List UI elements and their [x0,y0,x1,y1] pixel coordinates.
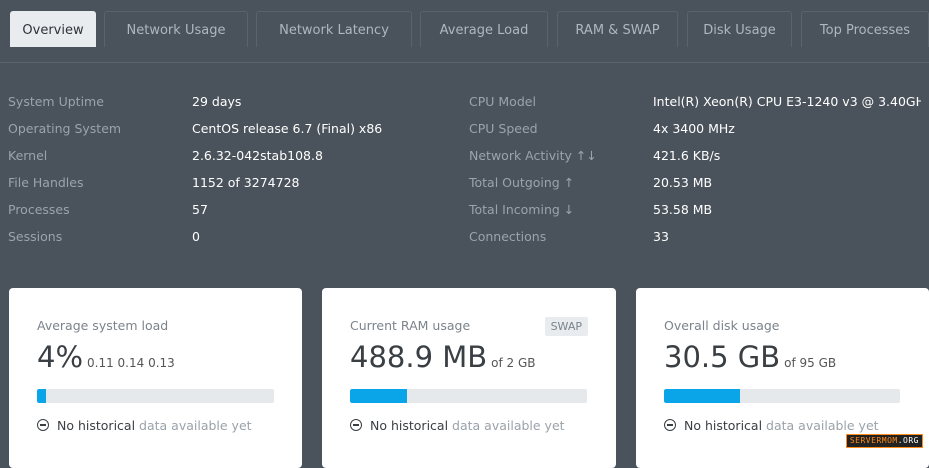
big-number: 4% [37,340,84,374]
tab-ram-swap[interactable]: RAM & SWAP [557,11,678,47]
info-label: Operating System [8,121,122,136]
big-number: 30.5 GB [664,340,781,374]
info-value: 20.53 MB [653,175,713,190]
card-title: Overall disk usage [664,318,780,333]
info-label: Total Incoming ↓ [469,202,575,217]
progress-fill [350,389,407,403]
ram-card: Current RAM usage SWAP 488.9 MB of 2 GB N… [322,288,616,468]
minus-circle-icon [350,419,362,431]
info-value: CentOS release 6.7 (Final) x86 [192,121,383,136]
info-value: 57 [192,202,208,217]
history-note: No historical data available yet [664,418,879,433]
big-number: 488.9 MB [350,340,488,374]
ram-value: 488.9 MB of 2 GB [350,340,536,374]
note-strong: No historical [370,418,449,433]
info-label: CPU Speed [469,121,538,136]
disk-value: 30.5 GB of 95 GB [664,340,836,374]
watermark-part1: SERVERMOM [849,436,898,445]
info-label: Sessions [8,229,63,244]
ram-progress-bar [350,389,587,403]
info-value: Intel(R) Xeon(R) CPU E3-1240 v3 @ 3.40GH… [653,94,921,109]
tab-network-usage[interactable]: Network Usage [104,11,248,47]
ram-total: of 2 GB [491,356,536,370]
note-strong: No historical [684,418,763,433]
tab-top-processes[interactable]: Top Processes [801,11,929,47]
note-muted: data available yet [452,418,565,433]
info-label: System Uptime [8,94,104,109]
progress-fill [664,389,740,403]
info-value: 33 [653,229,669,244]
tab-network-latency[interactable]: Network Latency [256,11,412,47]
note-muted: data available yet [766,418,879,433]
tab-bar: Overview Network Usage Network Latency A… [0,0,929,63]
tab-average-load[interactable]: Average Load [420,11,548,47]
disk-total: of 95 GB [784,356,837,370]
note-strong: No historical [57,418,136,433]
info-label: Connections [469,229,547,244]
disk-progress-bar [664,389,900,403]
tab-disk-usage[interactable]: Disk Usage [687,11,792,47]
info-label: Processes [8,202,70,217]
minus-circle-icon [37,419,49,431]
swap-badge[interactable]: SWAP [544,317,588,336]
card-title: Average system load [37,318,169,333]
minus-circle-icon [664,419,676,431]
load-value: 4% 0.11 0.14 0.13 [37,340,175,374]
card-title: Current RAM usage [350,318,471,333]
info-label: Total Outgoing ↑ [469,175,575,190]
info-value: 4x 3400 MHz [653,121,735,136]
info-value: 0 [192,229,200,244]
info-value: 2.6.32-042stab108.8 [192,148,323,163]
watermark-part3: ORG [903,436,919,445]
servermom-watermark: SERVERMOM.ORG [845,434,923,448]
info-value: 421.6 KB/s [653,148,721,163]
system-info: System Uptime 29 days Operating System C… [0,92,929,252]
info-label: Network Activity ↑↓ [469,148,597,163]
info-label: File Handles [8,175,84,190]
history-note: No historical data available yet [350,418,565,433]
note-muted: data available yet [139,418,252,433]
load-progress-bar [37,389,274,403]
info-value: 29 days [192,94,242,109]
info-value: 1152 of 3274728 [192,175,300,190]
history-note: No historical data available yet [37,418,252,433]
info-label: Kernel [8,148,48,163]
load-averages: 0.11 0.14 0.13 [87,356,175,370]
tab-overview[interactable]: Overview [10,11,96,47]
progress-fill [37,389,47,403]
load-card: Average system load 4% 0.11 0.14 0.13 No … [9,288,302,468]
info-label: CPU Model [469,94,536,109]
info-value: 53.58 MB [653,202,713,217]
